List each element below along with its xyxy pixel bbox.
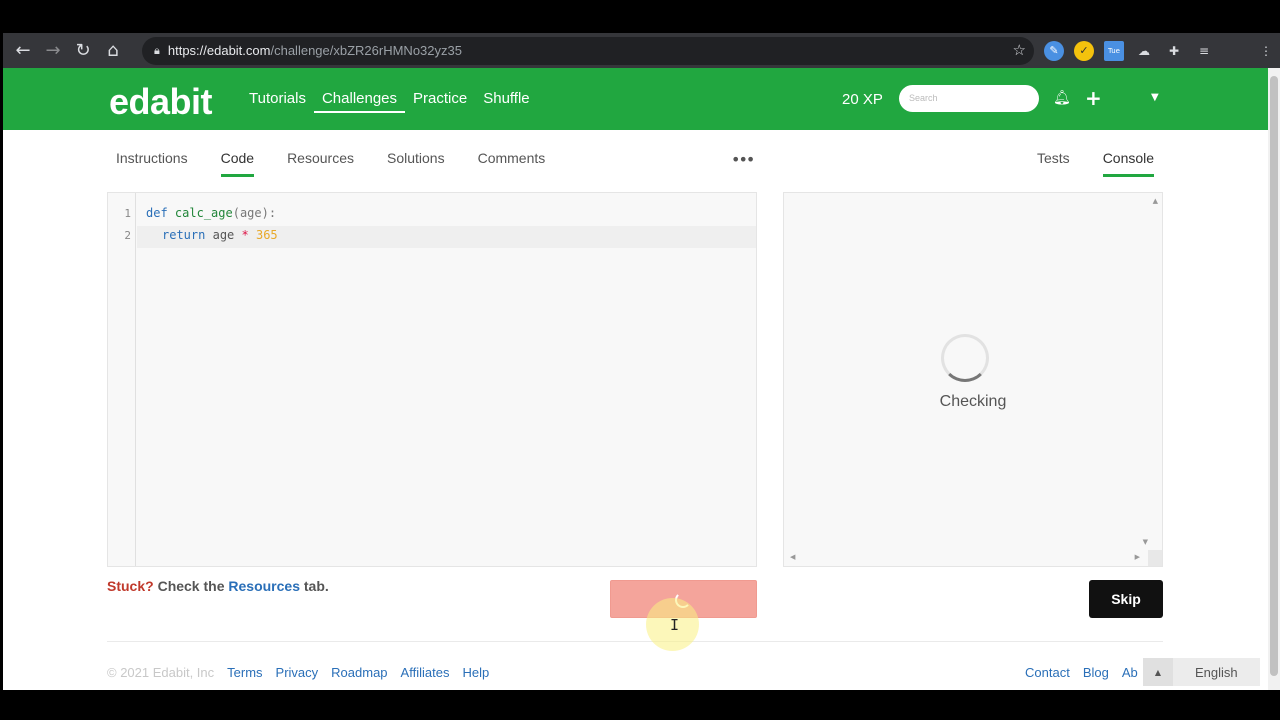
console-status: Checking (939, 393, 1007, 410)
line-number: 1 (124, 207, 131, 220)
site-header: edabit Tutorials Challenges Practice Shu… (3, 68, 1268, 130)
scroll-down-arrow-icon[interactable]: ▼ (1143, 538, 1148, 546)
back-arrow-icon[interactable]: ← (8, 36, 38, 66)
nav-challenges[interactable]: Challenges (313, 90, 406, 113)
tab-comments[interactable]: Comments (478, 150, 546, 177)
calendar-day-label: Tue (1108, 46, 1120, 55)
keyword-def: def (146, 206, 168, 220)
number-literal: 365 (255, 228, 278, 242)
browser-toolbar: ← → ↻ ⌂ 🔒︎ https://edabit.com /challenge… (3, 33, 1280, 68)
extension-check-icon[interactable]: ✓ (1074, 40, 1094, 61)
language-label: English (1195, 664, 1238, 680)
keyword-return: return (162, 228, 206, 242)
page-scrollbar[interactable] (1268, 68, 1280, 690)
help-check: Check the (153, 578, 229, 594)
home-icon[interactable]: ⌂ (98, 36, 128, 66)
scroll-left-arrow-icon[interactable]: ◀ (790, 553, 795, 561)
chevron-down-icon[interactable]: ▼ (1151, 92, 1159, 103)
scroll-corner (1148, 550, 1162, 566)
chevron-up-icon[interactable]: ▲ (1143, 658, 1173, 686)
media-queue-icon[interactable]: ≡ (1194, 41, 1214, 61)
forward-arrow-icon[interactable]: → (38, 36, 68, 66)
stuck-label: Stuck? (107, 578, 154, 594)
footer-link-privacy[interactable]: Privacy (276, 665, 319, 680)
operator: * (241, 228, 249, 242)
tab-resources[interactable]: Resources (287, 150, 354, 177)
xp-counter: 20 XP (842, 91, 883, 108)
extensions-puzzle-icon[interactable]: ✚ (1164, 41, 1184, 61)
scrollbar-thumb[interactable] (1270, 76, 1278, 676)
function-name: calc_age (174, 206, 233, 220)
scroll-right-arrow-icon[interactable]: ▶ (1135, 553, 1140, 561)
nav-practice[interactable]: Practice (413, 90, 467, 113)
code-editor[interactable]: 1 2 def calc_age(age): return age * 365 (107, 192, 757, 567)
url-path: /challenge/xbZR26rHMNo32yz35 (270, 43, 462, 58)
footer-divider (107, 641, 1163, 642)
top-navigation: Tutorials Challenges Practice Shuffle (249, 90, 530, 113)
browser-menu-icon[interactable]: ⋮ (1256, 41, 1276, 61)
tab-instructions[interactable]: Instructions (116, 150, 188, 177)
code-line-2[interactable]: return age * 365 (162, 228, 278, 242)
right-tabs: Tests Console (1037, 150, 1155, 177)
address-bar[interactable]: 🔒︎ https://edabit.com /challenge/xbZR26r… (142, 36, 1034, 65)
challenge-page: Instructions Code Resources Solutions Co… (3, 130, 1268, 690)
footer-link-help[interactable]: Help (462, 665, 489, 680)
skip-button[interactable]: Skip (1089, 580, 1163, 618)
video-letterbox-bottom (0, 690, 1280, 720)
search-input[interactable]: Search (899, 85, 1039, 112)
help-text: Stuck? Check the Resources tab. (107, 578, 329, 594)
resources-link[interactable]: Resources (228, 578, 300, 594)
bookmark-star-icon[interactable]: ☆ (1013, 41, 1026, 59)
tab-code[interactable]: Code (220, 150, 255, 177)
more-options-icon[interactable]: ••• (731, 150, 755, 169)
tab-console[interactable]: Console (1102, 150, 1155, 177)
tab-tests[interactable]: Tests (1037, 150, 1070, 177)
lock-icon: 🔒︎ (154, 43, 160, 57)
extension-compass-icon[interactable]: ✎ (1044, 40, 1064, 61)
footer-link-terms[interactable]: Terms (227, 665, 262, 680)
edabit-logo[interactable]: edabit (109, 81, 213, 123)
language-selector[interactable]: ▲ English (1143, 658, 1260, 686)
footer-link-blog[interactable]: Blog (1083, 665, 1109, 680)
help-tab: tab. (299, 578, 329, 594)
console-panel: ▲ Checking ▼ ◀ ▶ (783, 192, 1163, 567)
footer-left: © 2021 Edabit, Inc Terms Privacy Roadmap… (107, 665, 489, 680)
plus-icon[interactable]: + (1085, 86, 1102, 110)
function-params: (age): (232, 206, 277, 220)
extension-cloud-icon[interactable]: ☁ (1134, 41, 1154, 61)
video-letterbox-top (0, 0, 1280, 33)
footer-link-contact[interactable]: Contact (1025, 665, 1070, 680)
loading-spinner-icon (941, 334, 989, 382)
copyright: © 2021 Edabit, Inc (107, 665, 215, 680)
footer-right: Contact Blog Ab (1025, 665, 1138, 680)
nav-shuffle[interactable]: Shuffle (483, 90, 529, 113)
footer-link-affiliates[interactable]: Affiliates (401, 665, 450, 680)
left-tabs: Instructions Code Resources Solutions Co… (116, 150, 578, 177)
nav-tutorials[interactable]: Tutorials (249, 90, 306, 113)
line-number-gutter: 1 2 (108, 193, 136, 566)
code-line-1[interactable]: def calc_age(age): (146, 206, 276, 220)
url-host: https://edabit.com (167, 43, 271, 58)
line-number: 2 (124, 229, 131, 242)
text-cursor-icon: I (670, 616, 680, 634)
bell-icon[interactable]: 🔔︎ (1053, 90, 1071, 106)
variable-age: age (212, 228, 235, 242)
scroll-up-arrow-icon[interactable]: ▲ (1153, 197, 1158, 205)
footer-link-roadmap[interactable]: Roadmap (331, 665, 387, 680)
extension-calendar-icon[interactable]: Tue (1104, 40, 1124, 61)
footer-link-about[interactable]: Ab (1122, 665, 1138, 680)
tab-solutions[interactable]: Solutions (387, 150, 445, 177)
reload-icon[interactable]: ↻ (68, 36, 98, 66)
